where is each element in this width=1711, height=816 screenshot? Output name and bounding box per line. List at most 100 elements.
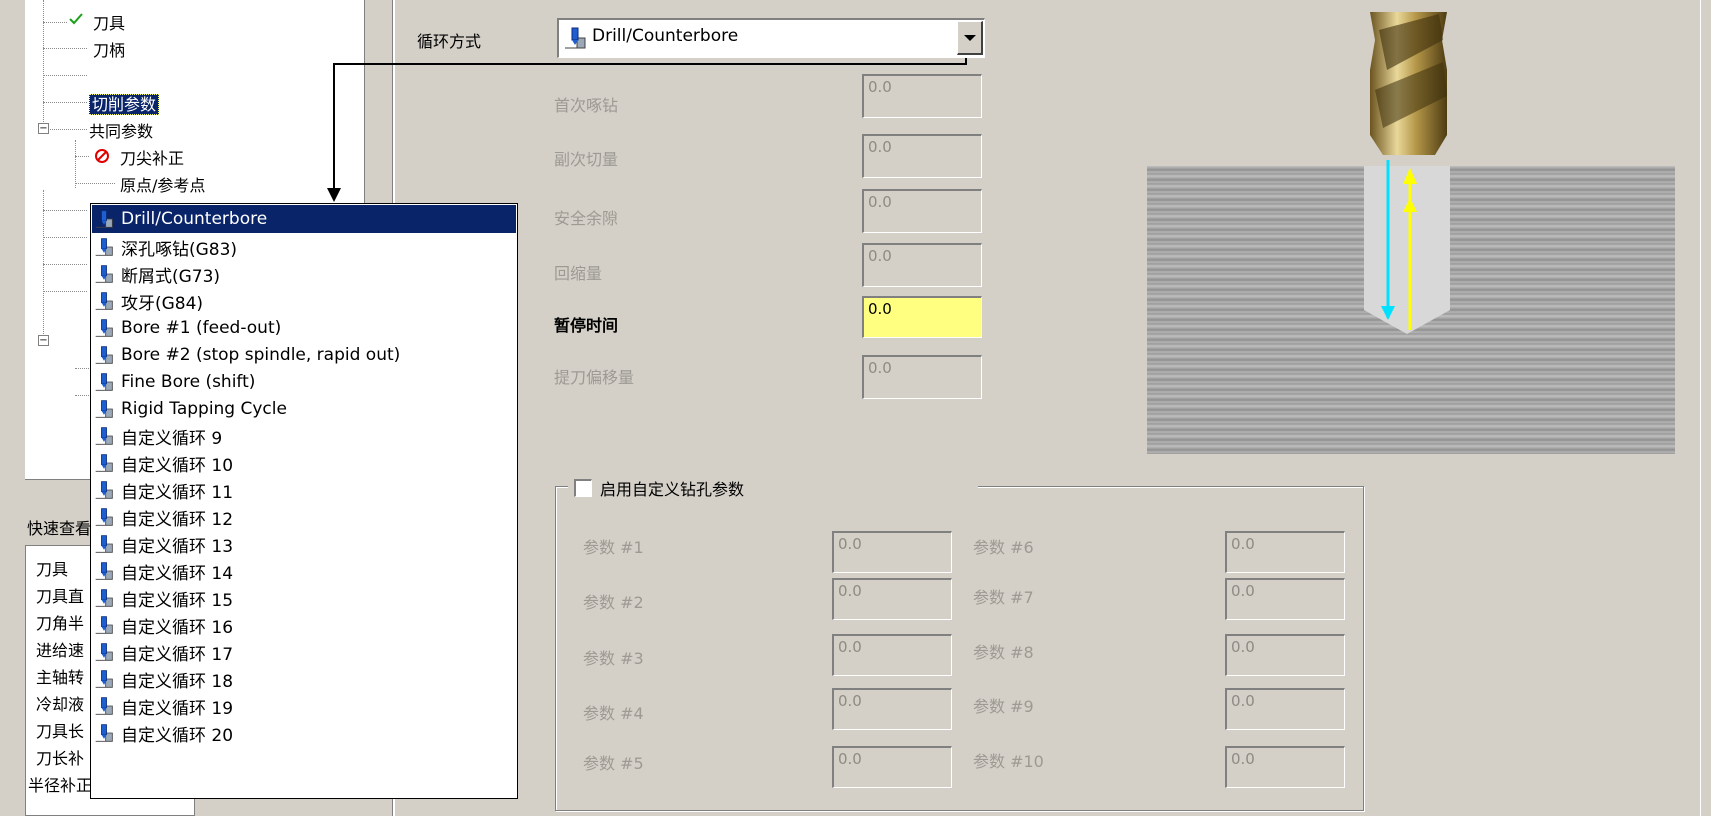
param-7-input[interactable]: 0.0 [1225,578,1345,620]
cycle-option[interactable]: 自定义循环 13 [92,530,516,558]
tree-connector [43,291,87,292]
param-1-label: 参数 #1 [583,538,644,557]
collapse-icon[interactable]: − [38,123,49,134]
tree-connector [50,129,87,130]
cycle-option[interactable]: 自定义循环 16 [92,611,516,639]
cycle-option[interactable]: Bore #1 (feed-out) [92,314,516,342]
cycle-option-label: 自定义循环 12 [121,509,234,530]
tree-item-tip-comp[interactable]: 刀尖补正 [120,145,184,169]
param-6-label: 参数 #6 [973,538,1034,557]
param-2-label: 参数 #2 [583,593,644,612]
cycle-option-label: Rigid Tapping Cycle [121,399,287,419]
cycle-option[interactable]: 自定义循环 9 [92,422,516,450]
param-3-label: 参数 #3 [583,649,644,668]
cycle-option[interactable]: Fine Bore (shift) [92,368,516,396]
cycle-option[interactable]: 自定义循环 11 [92,476,516,504]
tree-connector [43,0,44,128]
param-9-input[interactable]: 0.0 [1225,688,1345,730]
panel-edge [1700,0,1701,816]
param-5-input[interactable]: 0.0 [832,746,952,788]
cycle-option[interactable]: 攻牙(G84) [92,287,516,315]
tree-connector [43,210,87,211]
param-6-input[interactable]: 0.0 [1225,531,1345,573]
drill-cycle-icon [93,453,115,473]
cycle-option[interactable]: 自定义循环 14 [92,557,516,585]
dwell-input[interactable]: 0.0 [862,296,982,338]
tree-connector [43,190,44,340]
first-peck-label: 首次啄钻 [554,96,619,115]
param-2-input[interactable]: 0.0 [832,578,952,620]
tree-item-cut-params[interactable]: 切削参数 [89,91,160,115]
shift-label: 提刀偏移量 [554,368,635,387]
cycle-option[interactable]: 自定义循环 15 [92,584,516,612]
drill-cycle-icon [93,399,115,419]
param-10-input[interactable]: 0.0 [1225,746,1345,788]
custom-params-checkbox-label: 启用自定义钻孔参数 [600,480,745,499]
tree-item-common-params[interactable]: 共同参数 [89,118,153,142]
cycle-option[interactable]: 自定义循环 20 [92,719,516,747]
cycle-dropdown-list[interactable]: Drill/Counterbore 深孔啄钻(G83) 断屑式(G73) 攻牙(… [90,203,518,799]
drill-cycle-icon [563,26,587,50]
safety-clearance-input[interactable]: 0.0 [862,189,982,233]
quick-view-row: 刀具直 [36,587,85,606]
drill-cycle-icon [93,588,115,608]
cycle-option[interactable]: 自定义循环 18 [92,665,516,693]
drill-cycle-icon [93,291,115,311]
tree-connector [75,156,89,157]
cycle-option[interactable]: 自定义循环 12 [92,503,516,531]
cycle-option[interactable]: Drill/Counterbore [92,205,516,233]
cycle-option[interactable]: Bore #2 (stop spindle, rapid out) [92,341,516,369]
tree-item-cut-params-label: 切削参数 [89,94,160,115]
tree-item-origin[interactable]: 原点/参考点 [120,172,205,196]
cycle-option-label: 断屑式(G73) [121,266,221,287]
safety-clearance-label: 安全余隙 [554,209,619,228]
param-10-label: 参数 #10 [973,752,1044,771]
tree-connector [75,183,115,184]
quick-view-row: 刀角半 [36,614,85,633]
sub-peck-label: 副次切量 [554,150,619,169]
retract-input[interactable]: 0.0 [862,243,982,287]
tree-connector [43,22,67,23]
cycle-option[interactable]: 自定义循环 17 [92,638,516,666]
drill-cycle-icon [93,534,115,554]
quick-view-row: 半径补正 [28,776,93,795]
cycle-option-label: 自定义循环 16 [121,617,234,638]
param-4-input[interactable]: 0.0 [832,688,952,730]
tree-connector [43,237,87,238]
cycle-option[interactable]: 断屑式(G73) [92,260,516,288]
cycle-option[interactable]: Rigid Tapping Cycle [92,395,516,423]
quick-view-row: 冷却液 [36,695,85,714]
cycle-option-label: 深孔啄钻(G83) [121,239,238,260]
forbidden-icon [93,147,111,165]
cycle-option-label: 自定义循环 15 [121,590,234,611]
cycle-option[interactable]: 自定义循环 10 [92,449,516,477]
cycle-option-label: 自定义循环 11 [121,482,234,503]
quick-view-row: 刀具长 [36,722,85,741]
drill-cycle-icon [93,669,115,689]
param-8-input[interactable]: 0.0 [1225,634,1345,676]
cycle-label: 循环方式 [417,32,482,51]
param-3-input[interactable]: 0.0 [832,634,952,676]
cycle-option[interactable]: 自定义循环 19 [92,692,516,720]
drill-illustration [1364,12,1450,334]
cycle-option-label: Bore #2 (stop spindle, rapid out) [121,345,401,365]
shift-input[interactable]: 0.0 [862,355,982,399]
param-4-label: 参数 #4 [583,704,644,723]
tree-item-tool[interactable]: 刀具 [93,10,125,34]
first-peck-input[interactable]: 0.0 [862,74,982,118]
cycle-option-label: 自定义循环 20 [121,725,234,746]
param-1-input[interactable]: 0.0 [832,531,952,573]
quick-view-label: 快速查看 [27,519,92,538]
sub-peck-input[interactable]: 0.0 [862,134,982,178]
cycle-option-label: 自定义循环 9 [121,428,223,449]
collapse-icon[interactable]: − [38,335,49,346]
checkmark-icon [67,10,85,28]
custom-params-checkbox[interactable] [574,479,592,497]
quick-view-row: 主轴转 [36,668,85,687]
cycle-option-label: Bore #1 (feed-out) [121,318,282,338]
cycle-option[interactable]: 深孔啄钻(G83) [92,233,516,261]
param-5-label: 参数 #5 [583,754,644,773]
tree-item-holder[interactable]: 刀柄 [93,37,125,61]
quick-view-row: 刀长补 [36,749,85,768]
dwell-label: 暂停时间 [554,316,619,335]
